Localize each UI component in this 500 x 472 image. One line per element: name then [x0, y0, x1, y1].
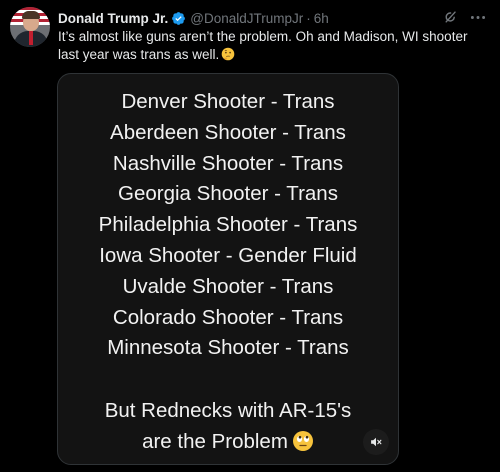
tweet-media-image[interactable]: Denver Shooter - Trans Aberdeen Shooter …	[57, 73, 399, 465]
tweet-header: Donald Trump Jr. @DonaldJTrumpJr · 6h	[58, 8, 460, 28]
media-line: Uvalde Shooter - Trans	[122, 274, 334, 298]
author-avatar[interactable]	[10, 7, 50, 47]
media-line: Colorado Shooter - Trans	[112, 305, 344, 329]
media-footer-line-2: are the Problem	[58, 427, 398, 458]
grok-icon[interactable]	[442, 8, 460, 26]
author-name[interactable]: Donald Trump Jr.	[58, 11, 168, 26]
post-timestamp[interactable]: 6h	[314, 11, 329, 26]
tweet-text: It’s almost like guns aren’t the problem…	[58, 28, 488, 64]
media-line: Philadelphia Shooter - Trans	[98, 213, 358, 237]
media-line: Iowa Shooter - Gender Fluid	[99, 243, 357, 267]
media-line: Georgia Shooter - Trans	[118, 182, 338, 206]
header-separator: ·	[306, 10, 311, 26]
face-with-rolling-eyes-emoji	[292, 430, 314, 452]
media-line: Nashville Shooter - Trans	[112, 151, 344, 175]
tweet[interactable]: Donald Trump Jr. @DonaldJTrumpJr · 6h It…	[0, 0, 500, 472]
media-text-list: Denver Shooter - Trans Aberdeen Shooter …	[58, 87, 398, 364]
media-footer-text: But Rednecks with AR-15's are the Proble…	[58, 396, 398, 458]
media-footer-line-1: But Rednecks with AR-15's	[104, 399, 352, 422]
avatar-tie	[29, 31, 33, 45]
avatar-hair	[22, 11, 40, 19]
author-handle[interactable]: @DonaldJTrumpJr	[190, 11, 303, 26]
more-options-icon[interactable]	[468, 8, 488, 26]
thinking-face-emoji	[221, 47, 235, 61]
media-footer-line-2-text: are the Problem	[142, 429, 288, 453]
media-line: Minnesota Shooter - Trans	[107, 336, 349, 360]
media-line: Aberdeen Shooter - Trans	[110, 120, 346, 144]
verified-badge-icon[interactable]	[171, 11, 186, 26]
media-line: Denver Shooter - Trans	[121, 90, 335, 113]
muted-speaker-icon[interactable]	[363, 429, 389, 455]
tweet-body-text: It’s almost like guns aren’t the problem…	[58, 29, 468, 62]
